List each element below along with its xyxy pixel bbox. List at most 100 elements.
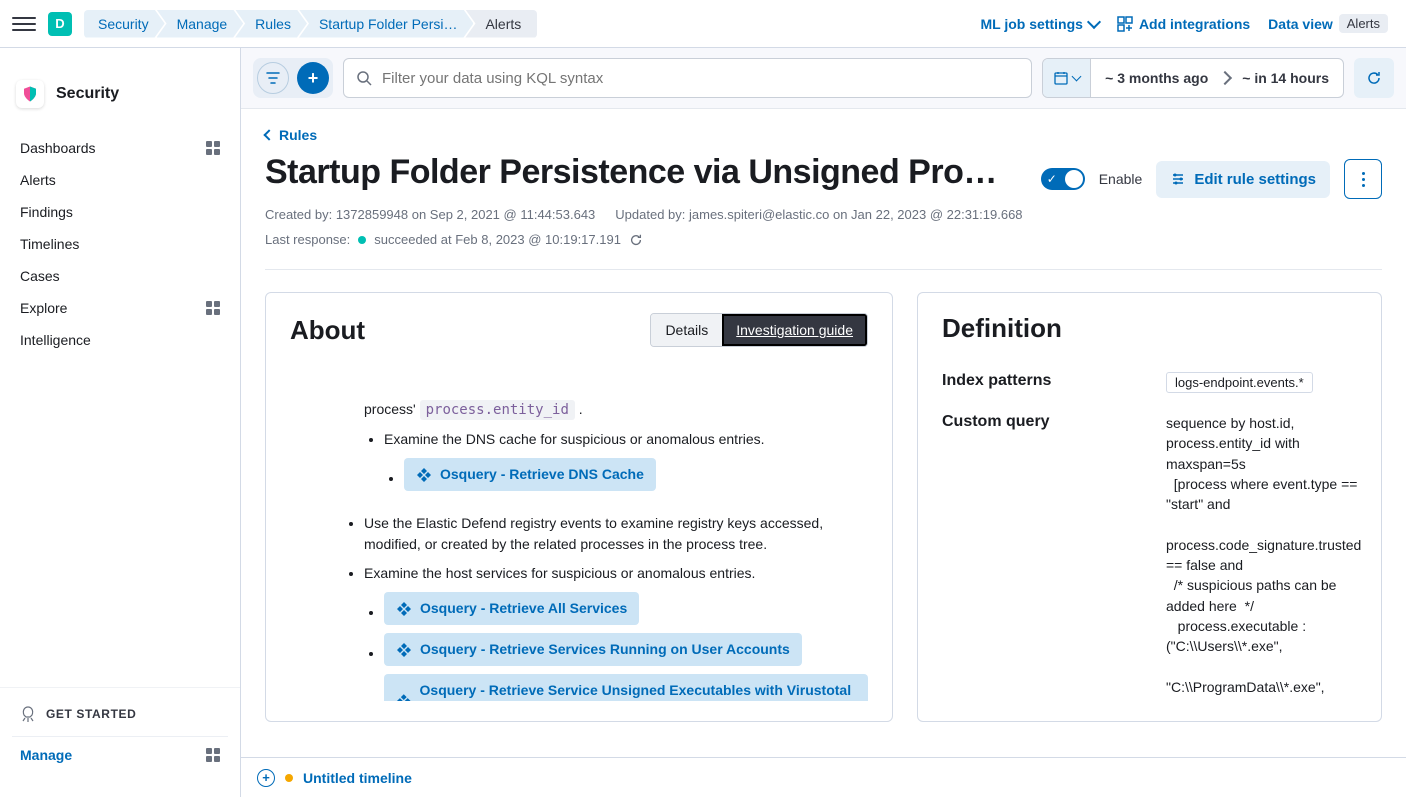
security-logo-icon	[16, 80, 44, 108]
get-started-label: GET STARTED	[46, 707, 136, 721]
custom-query-value: sequence by host.id, process.entity_id w…	[1166, 413, 1361, 722]
tab-details[interactable]: Details	[651, 314, 722, 346]
date-range-display[interactable]: ~ 3 months ago ~ in 14 hours	[1091, 70, 1343, 86]
get-started-button[interactable]: GET STARTED	[12, 696, 228, 732]
osquery-label: Osquery - Retrieve All Services	[420, 598, 627, 619]
date-quick-select[interactable]	[1043, 59, 1091, 97]
text: Examine the DNS cache for suspicious or …	[384, 431, 765, 447]
grid-icon	[206, 301, 220, 315]
add-integrations-button[interactable]: Add integrations	[1117, 16, 1250, 32]
dots-vertical-icon	[1362, 172, 1365, 187]
breadcrumb-rules[interactable]: Rules	[235, 10, 307, 38]
sidebar-item-dashboards[interactable]: Dashboards	[8, 132, 232, 164]
about-title: About	[290, 315, 365, 346]
custom-query-label: Custom query	[942, 413, 1152, 431]
ml-job-settings-button[interactable]: ML job settings	[981, 16, 1099, 32]
arrow-right-icon	[1218, 71, 1232, 85]
osquery-label: Osquery - Retrieve Services Running on U…	[420, 639, 790, 660]
data-view-label: Data view	[1268, 16, 1333, 32]
sidebar-brand-title: Security	[56, 85, 119, 103]
text: .	[575, 401, 583, 417]
guide-bullet-services: Examine the host services for suspicious…	[364, 563, 868, 701]
definition-panel: Definition Index patterns logs-endpoint.…	[917, 292, 1382, 722]
index-patterns-label: Index patterns	[942, 372, 1152, 390]
osquery-dns-cache-button[interactable]: Osquery - Retrieve DNS Cache	[404, 458, 656, 491]
top-header: D Security Manage Rules Startup Folder P…	[0, 0, 1406, 48]
data-view-selector[interactable]: Data view Alerts	[1268, 14, 1394, 33]
check-icon: ✓	[1047, 172, 1057, 186]
sidebar-item-label: Dashboards	[20, 140, 96, 156]
sidebar-item-cases[interactable]: Cases	[8, 260, 232, 292]
sidebar-item-label: Cases	[20, 268, 60, 284]
tab-investigation-guide[interactable]: Investigation guide	[722, 314, 867, 346]
osquery-icon	[396, 642, 412, 658]
ml-job-settings-label: ML job settings	[981, 16, 1083, 32]
integrations-icon	[1117, 16, 1133, 32]
sidebar-bottom: GET STARTED Manage	[0, 687, 240, 781]
osquery-user-services-button[interactable]: Osquery - Retrieve Services Running on U…	[384, 633, 802, 666]
unsaved-indicator-icon	[285, 774, 293, 782]
refresh-icon	[1366, 70, 1382, 86]
breadcrumb-rule-name[interactable]: Startup Folder Persi…	[299, 10, 474, 38]
osquery-all-services-button[interactable]: Osquery - Retrieve All Services	[384, 592, 639, 625]
created-by: Created by: 1372859948 on Sep 2, 2021 @ …	[265, 207, 595, 222]
status-success-icon	[358, 236, 366, 244]
sidebar-item-timelines[interactable]: Timelines	[8, 228, 232, 260]
breadcrumb-manage[interactable]: Manage	[157, 10, 244, 38]
osquery-unsigned-button[interactable]: Osquery - Retrieve Service Unsigned Exec…	[384, 674, 868, 701]
divider	[265, 269, 1382, 270]
chevron-down-icon	[1087, 14, 1101, 28]
sidebar-item-alerts[interactable]: Alerts	[8, 164, 232, 196]
title-row: Startup Folder Persistence via Unsigned …	[265, 153, 1382, 199]
rule-meta: Created by: 1372859948 on Sep 2, 2021 @ …	[265, 207, 1382, 222]
definition-custom-query-row: Custom query sequence by host.id, proces…	[942, 413, 1357, 722]
osquery-icon	[416, 467, 432, 483]
definition-index-patterns-row: Index patterns logs-endpoint.events.*	[942, 372, 1357, 393]
controls-icon	[1170, 171, 1186, 187]
header-actions: ML job settings Add integrations Data vi…	[981, 14, 1394, 33]
edit-rule-label: Edit rule settings	[1194, 171, 1316, 188]
sidebar-item-findings[interactable]: Findings	[8, 196, 232, 228]
saved-query-button[interactable]	[257, 62, 289, 94]
text: process'	[364, 401, 420, 417]
updated-by: Updated by: james.spiteri@elastic.co on …	[615, 207, 1022, 222]
last-response-value: succeeded at Feb 8, 2023 @ 10:19:17.191	[374, 232, 621, 247]
add-timeline-button[interactable]: +	[257, 769, 275, 787]
sidebar-item-label: Alerts	[20, 172, 56, 188]
guide-line-process: process' process.entity_id .	[364, 399, 868, 421]
chevron-down-icon	[1072, 72, 1082, 82]
menu-toggle-icon[interactable]	[12, 12, 36, 36]
refresh-button[interactable]	[1354, 58, 1394, 98]
chevron-left-icon	[263, 129, 274, 140]
sidebar-item-intelligence[interactable]: Intelligence	[8, 324, 232, 356]
sidebar-item-explore[interactable]: Explore	[8, 292, 232, 324]
date-range-picker[interactable]: ~ 3 months ago ~ in 14 hours	[1042, 58, 1344, 98]
search-icon	[356, 70, 372, 86]
title-actions: ✓ Enable Edit rule settings	[1041, 153, 1382, 199]
timeline-bar: + Untitled timeline	[241, 757, 1406, 797]
index-pattern-badge: logs-endpoint.events.*	[1166, 372, 1313, 393]
edit-rule-button[interactable]: Edit rule settings	[1156, 161, 1330, 198]
rule-actions-menu[interactable]	[1344, 159, 1382, 199]
timeline-title-link[interactable]: Untitled timeline	[303, 770, 412, 786]
osquery-icon	[396, 601, 412, 617]
grid-icon	[206, 141, 220, 155]
kql-query-input[interactable]	[382, 70, 1019, 87]
enable-label: Enable	[1099, 171, 1143, 187]
osquery-item: Osquery - Retrieve All Services	[384, 592, 868, 625]
plus-icon: +	[308, 69, 319, 87]
add-filter-button[interactable]: +	[297, 62, 329, 94]
about-body: process' process.entity_id . Examine the…	[290, 363, 868, 701]
kql-query-input-wrapper[interactable]	[343, 58, 1032, 98]
osquery-item: Osquery - Retrieve DNS Cache	[404, 458, 868, 491]
back-to-rules-link[interactable]: Rules	[265, 127, 1382, 143]
add-integrations-label: Add integrations	[1139, 16, 1250, 32]
enable-rule-switch[interactable]: ✓	[1041, 168, 1085, 190]
refresh-icon[interactable]	[629, 233, 643, 247]
breadcrumb-security[interactable]: Security	[84, 10, 165, 38]
sidebar-item-manage[interactable]: Manage	[12, 736, 228, 773]
about-panel: About Details Investigation guide proces…	[265, 292, 893, 722]
data-view-badge: Alerts	[1339, 14, 1388, 33]
osquery-item: Osquery - Retrieve Services Running on U…	[384, 633, 868, 666]
space-avatar[interactable]: D	[48, 12, 72, 36]
